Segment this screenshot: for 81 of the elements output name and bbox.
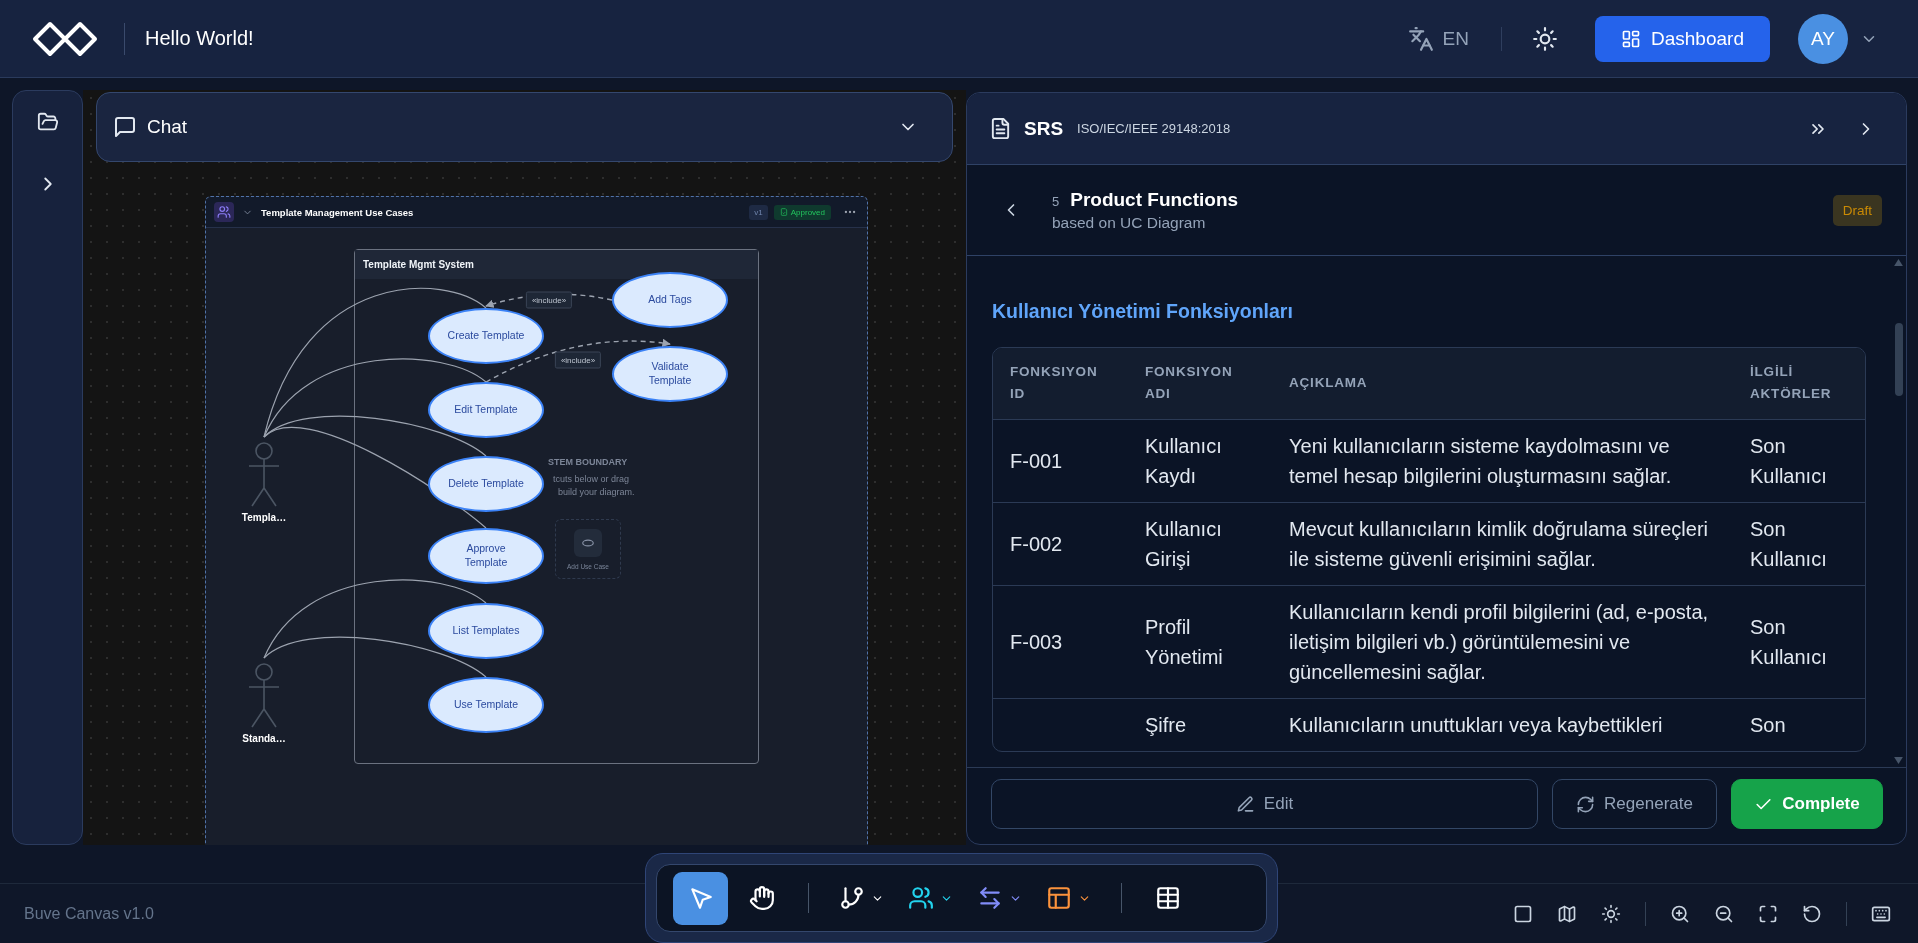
table-cell: Kullanıcı Kaydı <box>1128 418 1272 502</box>
zoom-in-icon[interactable] <box>1670 903 1690 924</box>
users-icon <box>214 202 234 222</box>
folder-icon[interactable] <box>36 111 59 133</box>
chat-icon <box>113 115 137 139</box>
actor-label: Standa… <box>242 733 286 744</box>
use-case-node[interactable]: Create Template <box>428 308 544 364</box>
use-case-node[interactable]: Use Template <box>428 677 544 733</box>
section-title: Product Functions <box>1070 188 1239 211</box>
table-cell: Kullanıcıların kendi profil bilgilerini (ad, e-posta, iletişim bilgileri vb.) görüntülemesini ve güncellemesini sağlar. <box>1272 584 1733 698</box>
dashboard-button[interactable]: Dashboard <box>1595 15 1770 62</box>
table-cell: Şifre <box>1128 697 1272 751</box>
use-case-node[interactable]: Validate Template <box>612 346 728 402</box>
arrows-icon <box>977 885 1003 911</box>
column-header: FONKSIYON ID <box>993 348 1128 419</box>
include-label: «include» <box>554 351 602 369</box>
hint-text: build your diagram. <box>558 487 635 497</box>
version-badge: v1 <box>749 204 768 220</box>
actor-label: Templa… <box>241 512 287 523</box>
refresh-icon <box>1576 794 1596 814</box>
edit-button[interactable]: Edit <box>991 779 1538 829</box>
table-cell: Yeni kullanıcıların sisteme kaydolmasını ve temel hesap bilgilerini oluşturmasını sağlar. <box>1272 418 1733 502</box>
table-cell: Son Kullanıcı <box>1733 501 1865 585</box>
table-cell: Profil Yönetimi <box>1128 584 1272 698</box>
section-number: 5 <box>1052 193 1060 209</box>
map-icon[interactable] <box>1557 903 1577 924</box>
layout-icon <box>1046 885 1072 911</box>
table-cell: Kullanıcı Girişi <box>1128 501 1272 585</box>
table-cell: F-001 <box>993 418 1128 502</box>
regenerate-button[interactable]: Regenerate <box>1552 779 1717 829</box>
table-cell: F-002 <box>993 501 1128 585</box>
chat-title: Chat <box>147 116 188 138</box>
scroll-down-icon[interactable] <box>1894 757 1903 764</box>
scroll-up-icon[interactable] <box>1894 259 1903 266</box>
select-tool-button[interactable] <box>673 871 728 925</box>
panel-title: SRS <box>1024 117 1064 140</box>
version-label: Buve Canvas v1.0 <box>24 904 154 923</box>
table-cell: Son Kullanıcı <box>1733 584 1865 698</box>
include-label: «include» <box>525 291 573 309</box>
reset-icon[interactable] <box>1802 903 1822 924</box>
hint-text: tcuts below or drag <box>553 474 630 484</box>
fit-screen-icon[interactable] <box>1758 903 1778 924</box>
table-icon <box>1155 885 1181 911</box>
pencil-icon <box>1235 794 1255 814</box>
section-heading: Kullanıcı Yönetimi Fonksiyonları <box>992 300 1294 323</box>
frame-icon[interactable] <box>1513 903 1533 924</box>
use-case-node[interactable]: List Templates <box>428 603 544 659</box>
association-line[interactable] <box>263 636 487 678</box>
use-case-node[interactable]: Edit Template <box>428 382 544 438</box>
section-subtitle: based on UC Diagram <box>1052 213 1207 232</box>
hand-icon <box>749 885 775 911</box>
use-case-node[interactable]: Approve Template <box>428 528 544 584</box>
column-header: İLGİLİ AKTÖRLER <box>1733 348 1865 419</box>
table-cell: Son Kullanıcı <box>1733 418 1865 502</box>
table-cell: Mevcut kullanıcıların kimlik doğrulama süreçleri ile sisteme güvenli erişimini sağlar. <box>1272 501 1733 585</box>
document-icon <box>989 117 1012 140</box>
translate-icon <box>1407 25 1434 52</box>
theme-toggle-icon[interactable] <box>1532 25 1558 52</box>
dashboard-icon <box>1621 28 1641 49</box>
users-icon <box>908 885 934 911</box>
language-button[interactable]: EN <box>1407 25 1469 52</box>
theme-icon[interactable] <box>1601 903 1621 924</box>
column-header: AÇIKLAMA <box>1272 348 1733 419</box>
diagram-frame[interactable] <box>205 196 868 845</box>
table-cell: Son <box>1733 697 1865 751</box>
branch-icon <box>839 885 865 911</box>
hint-text: STEM BOUNDARY <box>548 457 628 467</box>
column-header: FONKSIYON ADI <box>1128 348 1272 419</box>
table-cell: F-003 <box>993 584 1128 698</box>
boundary-title: Template Mgmt System <box>355 250 758 279</box>
diagram-title: Template Management Use Cases <box>261 206 414 218</box>
use-case-node[interactable]: Add Tags <box>612 272 728 328</box>
app-title: Hello World! <box>145 27 254 50</box>
table-cell: Kullanıcıların unuttukları veya kaybettikleri <box>1272 697 1733 751</box>
use-case-node[interactable]: Delete Template <box>428 456 544 512</box>
status-badge: Approved <box>773 204 831 220</box>
standard-label: ISO/IEC/IEEE 29148:2018 <box>1077 121 1231 136</box>
status-badge: Draft <box>1832 194 1882 226</box>
file-check-icon <box>779 208 788 216</box>
zoom-out-icon[interactable] <box>1714 903 1734 924</box>
scrollbar-thumb[interactable] <box>1895 323 1903 396</box>
